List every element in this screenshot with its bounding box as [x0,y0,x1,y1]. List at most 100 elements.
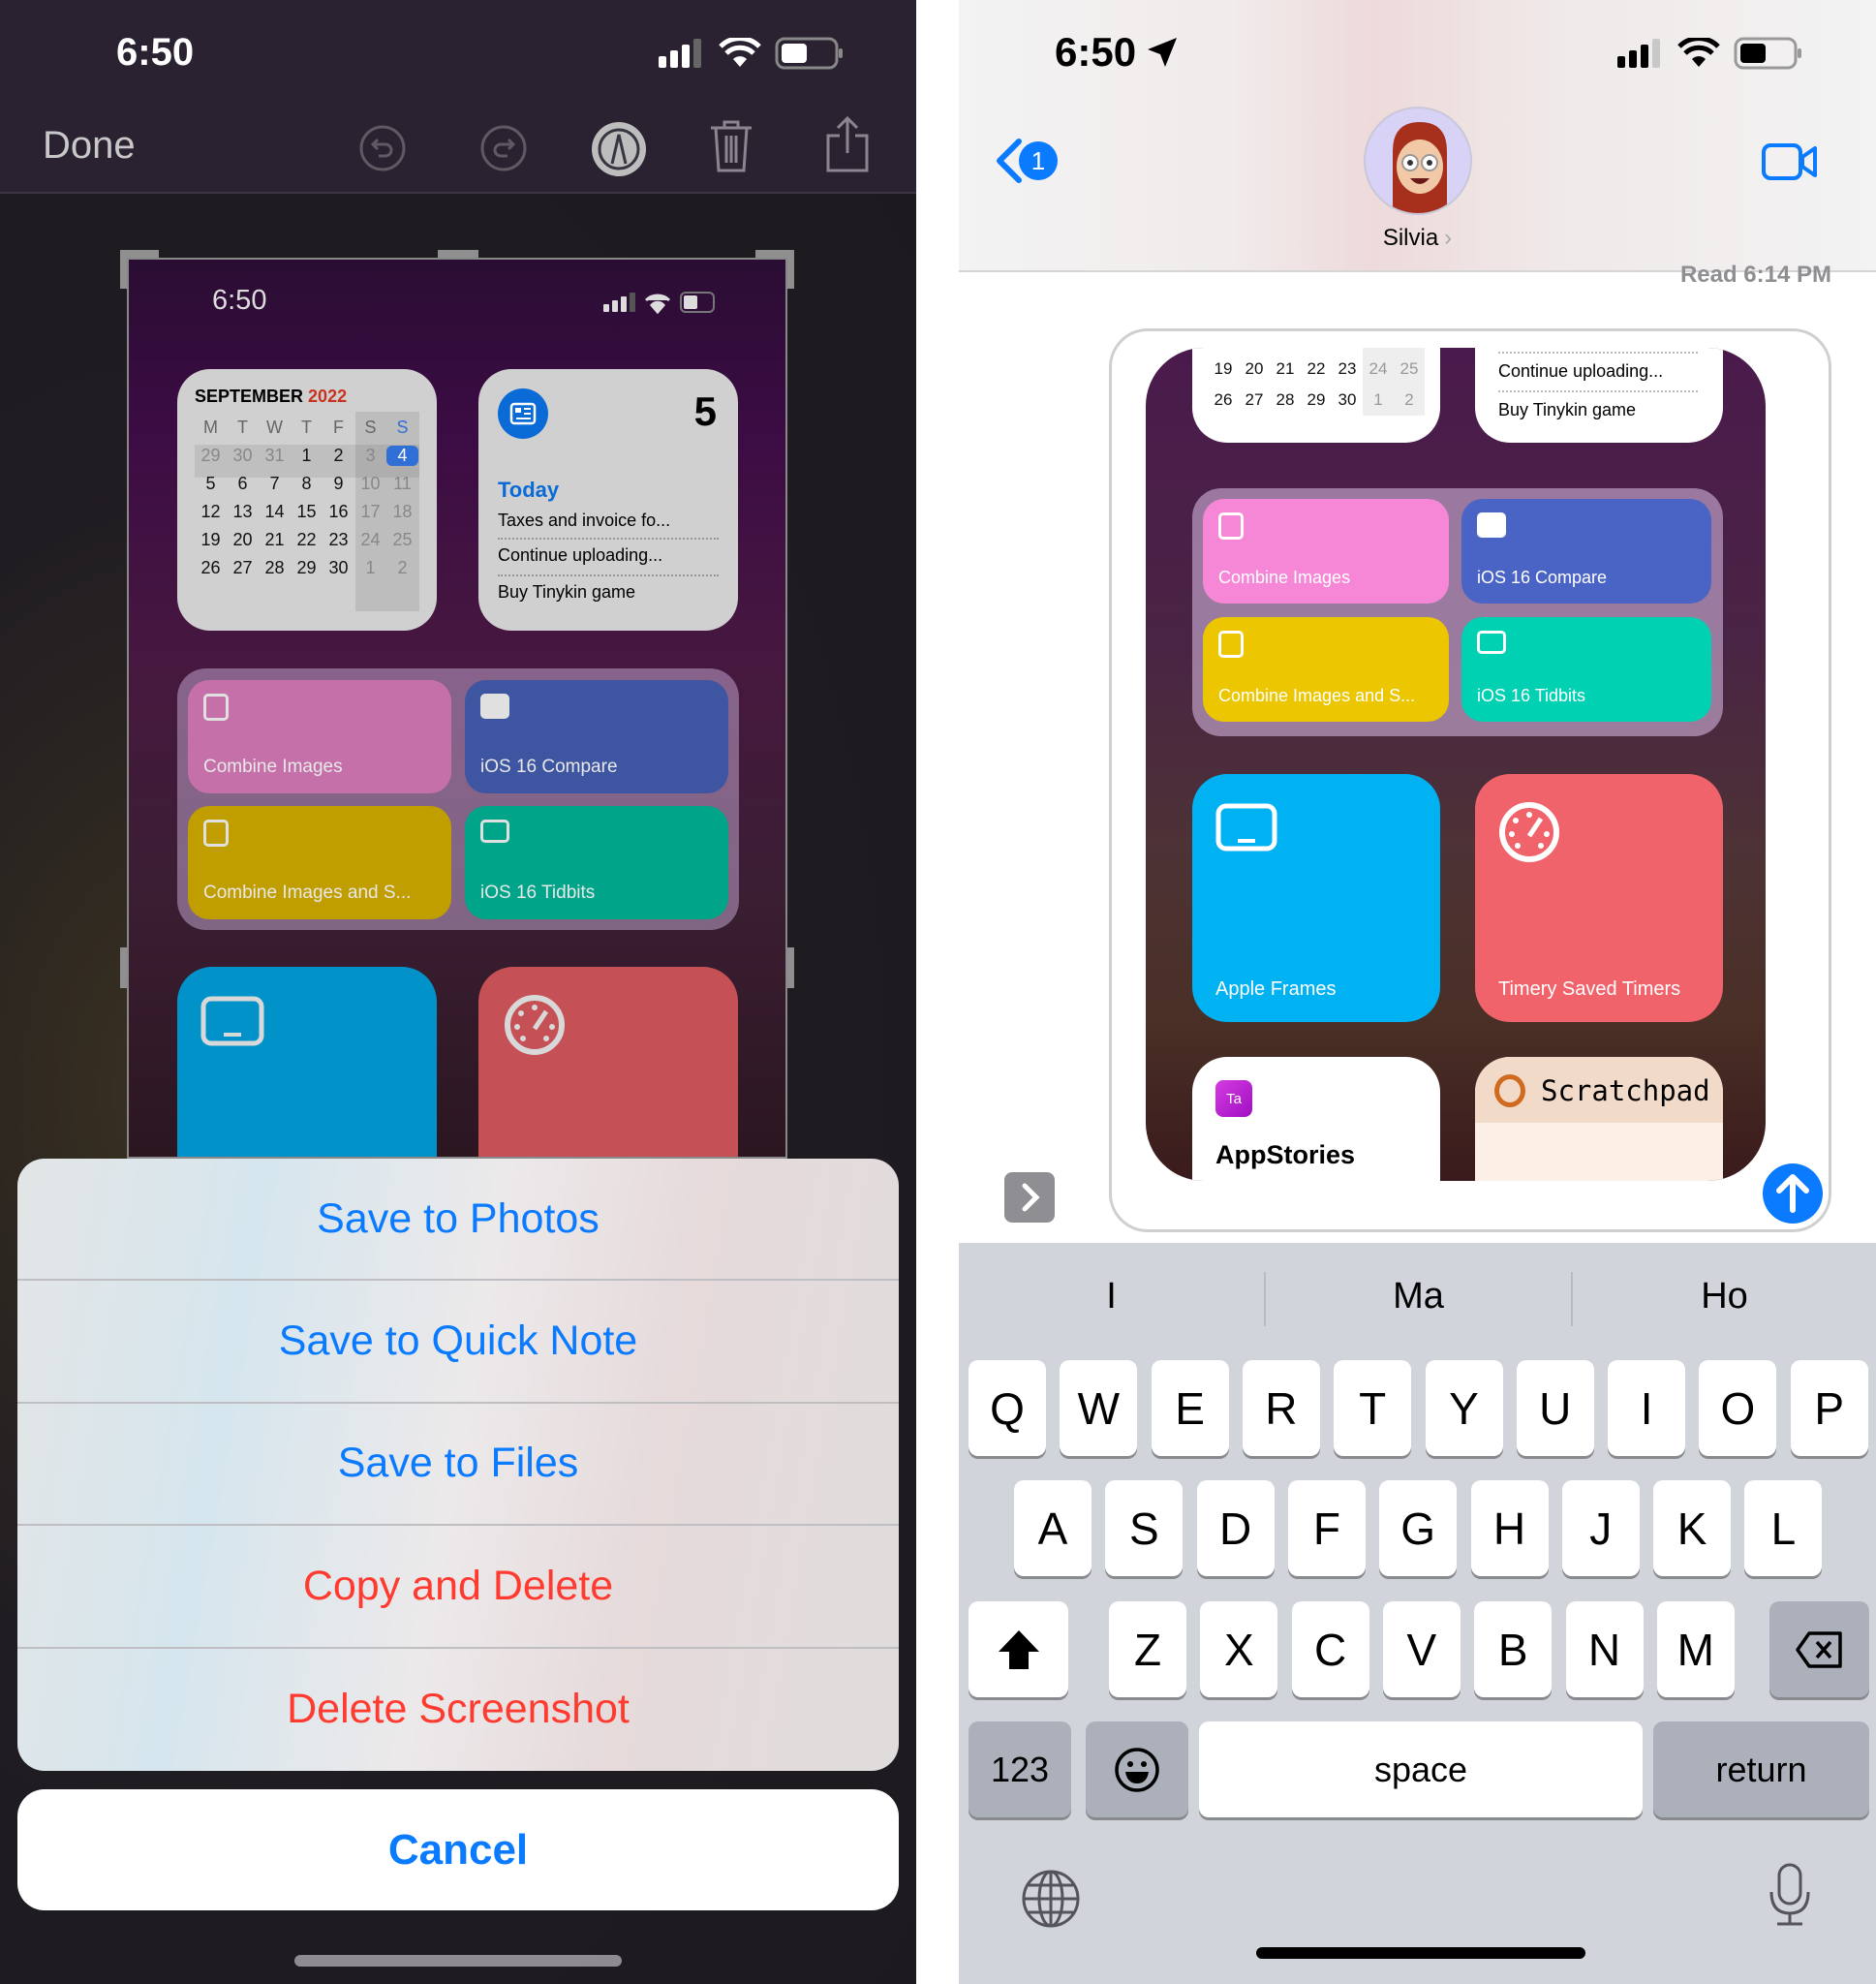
action-label: Save to Photos [317,1194,600,1242]
save-to-quick-note-button[interactable]: Save to Quick Note [17,1281,899,1404]
message-input-field[interactable]: 19 20 21 22 23 24 25 26 27 28 29 30 1 2 Continue uplo… [1109,328,1831,1232]
shortcut-tile[interactable]: Combine Images and S... [188,806,451,919]
delete-screenshot-button[interactable]: Delete Screenshot [17,1649,899,1771]
cancel-button[interactable]: Cancel [17,1789,899,1910]
weekday-label: F [333,418,344,437]
app-drawer-button[interactable] [1004,1172,1055,1223]
reminders-widget[interactable]: 5 Today Taxes and invoice fo... Continue… [478,369,738,631]
appstories-widget[interactable]: Ta AppStories [1192,1057,1440,1181]
key-y[interactable]: Y [1425,1360,1503,1456]
key-s[interactable]: S [1105,1480,1184,1576]
key-g[interactable]: G [1379,1480,1458,1576]
reminders-count: 5 [693,388,717,434]
key-c[interactable]: C [1291,1601,1369,1697]
key-v[interactable]: V [1382,1601,1461,1697]
scratchpad-widget[interactable]: Scratchpad [1475,1057,1723,1181]
shortcut-tile[interactable]: iOS 16 Compare [465,680,728,793]
key-i[interactable]: I [1608,1360,1686,1456]
calendar-day: 6 [237,474,248,493]
phone-frame-icon [203,820,229,847]
backspace-key[interactable] [1769,1601,1869,1697]
shortcut-tile[interactable]: iOS 16 Tidbits [465,806,728,919]
calendar-day: 19 [1214,359,1233,378]
calendar-grid: M T W T F S S 29 30 31 1 2 3 4 5 6 7 8 9 10 11 12 13 14 15 16 17 18… [195,418,418,578]
key-l[interactable]: L [1744,1480,1823,1576]
home-indicator[interactable] [1256,1947,1585,1959]
key-a[interactable]: A [1014,1480,1092,1576]
phone-frame-icon [203,694,229,721]
suggestion[interactable]: Ho [1573,1243,1876,1349]
status-time: 6:50 [1055,29,1137,75]
save-to-files-button[interactable]: Save to Files [17,1404,899,1527]
calendar-widget[interactable]: SEPTEMBER 2022 M T W T F S S 29 30 31 1 2 3 4 5 6 7 8 9 10 1… [177,369,437,631]
key-e[interactable]: E [1151,1360,1229,1456]
key-o[interactable]: O [1699,1360,1777,1456]
header-spacer [959,273,1876,274]
space-key[interactable]: space [1199,1721,1643,1817]
key-k[interactable]: K [1653,1480,1732,1576]
weekday-label: T [237,418,248,437]
shortcut-tile[interactable]: Combine Images [188,680,451,793]
calendar-year: 2022 [308,387,348,406]
globe-icon[interactable] [1021,1869,1081,1929]
location-arrow-icon [1148,38,1178,67]
shortcut-tile[interactable]: Combine Images and S... [1203,617,1449,722]
crop-handle-right[interactable] [786,947,794,988]
crop-handle-top[interactable] [438,250,478,258]
emoji-smile-icon [1115,1747,1159,1792]
redo-button[interactable] [479,124,528,172]
calendar-widget-preview: 19 20 21 22 23 24 25 26 27 28 29 30 1 2 [1192,348,1440,443]
contact-avatar[interactable] [1364,107,1472,215]
share-button[interactable] [823,114,872,174]
microphone-icon[interactable] [1768,1863,1812,1927]
key-p[interactable]: P [1790,1360,1868,1456]
crop-handle-top-right-v[interactable] [786,250,794,289]
save-to-photos-button[interactable]: Save to Photos [17,1159,899,1282]
key-m[interactable]: M [1656,1601,1735,1697]
send-button[interactable] [1763,1163,1823,1224]
calendar-day: 17 [360,502,381,521]
shortcut-tile[interactable]: Combine Images [1203,499,1449,604]
key-w[interactable]: W [1060,1360,1138,1456]
delete-button[interactable] [707,118,755,174]
calendar-day: 7 [269,474,280,493]
attached-screenshot-preview[interactable]: 19 20 21 22 23 24 25 26 27 28 29 30 1 2 Continue uplo… [1146,348,1766,1181]
contact-name[interactable]: Silvia › [959,225,1876,252]
key-j[interactable]: J [1561,1480,1640,1576]
key-t[interactable]: T [1334,1360,1412,1456]
key-n[interactable]: N [1565,1601,1644,1697]
appstories-title: AppStories [1215,1140,1356,1169]
key-x[interactable]: X [1200,1601,1278,1697]
apple-frames-tile[interactable]: Apple Frames [1192,774,1440,1022]
key-f[interactable]: F [1287,1480,1366,1576]
suggestion[interactable]: Ma [1266,1243,1571,1349]
phone-frame-icon [1218,631,1244,658]
home-indicator[interactable] [294,1955,622,1967]
suggestion[interactable]: I [959,1243,1264,1349]
key-h[interactable]: H [1470,1480,1549,1576]
facetime-video-icon[interactable] [1761,141,1819,182]
shortcut-tile[interactable]: iOS 16 Compare [1461,499,1711,604]
return-key[interactable]: return [1653,1721,1869,1817]
calendar-day: 2 [1404,390,1414,409]
key-b[interactable]: B [1474,1601,1553,1697]
calendar-day: 30 [328,558,349,577]
numbers-key[interactable]: 123 [969,1721,1071,1817]
markup-button[interactable] [591,121,647,177]
done-button[interactable]: Done [43,124,136,168]
key-r[interactable]: R [1242,1360,1320,1456]
timery-tile[interactable] [478,967,738,1157]
key-d[interactable]: D [1196,1480,1275,1576]
key-z[interactable]: Z [1109,1601,1186,1697]
photo-icon [480,694,509,719]
timery-saved-timers-tile[interactable]: Timery Saved Timers [1475,774,1723,1022]
shortcut-tile[interactable]: iOS 16 Tidbits [1461,617,1711,722]
shift-key[interactable] [969,1601,1068,1697]
copy-and-delete-button[interactable]: Copy and Delete [17,1526,899,1649]
emoji-key[interactable] [1086,1721,1188,1817]
apple-frames-tile[interactable] [177,967,437,1157]
back-button[interactable]: 1 [994,138,1058,184]
key-q[interactable]: Q [969,1360,1046,1456]
undo-button[interactable] [358,124,407,172]
key-u[interactable]: U [1516,1360,1594,1456]
